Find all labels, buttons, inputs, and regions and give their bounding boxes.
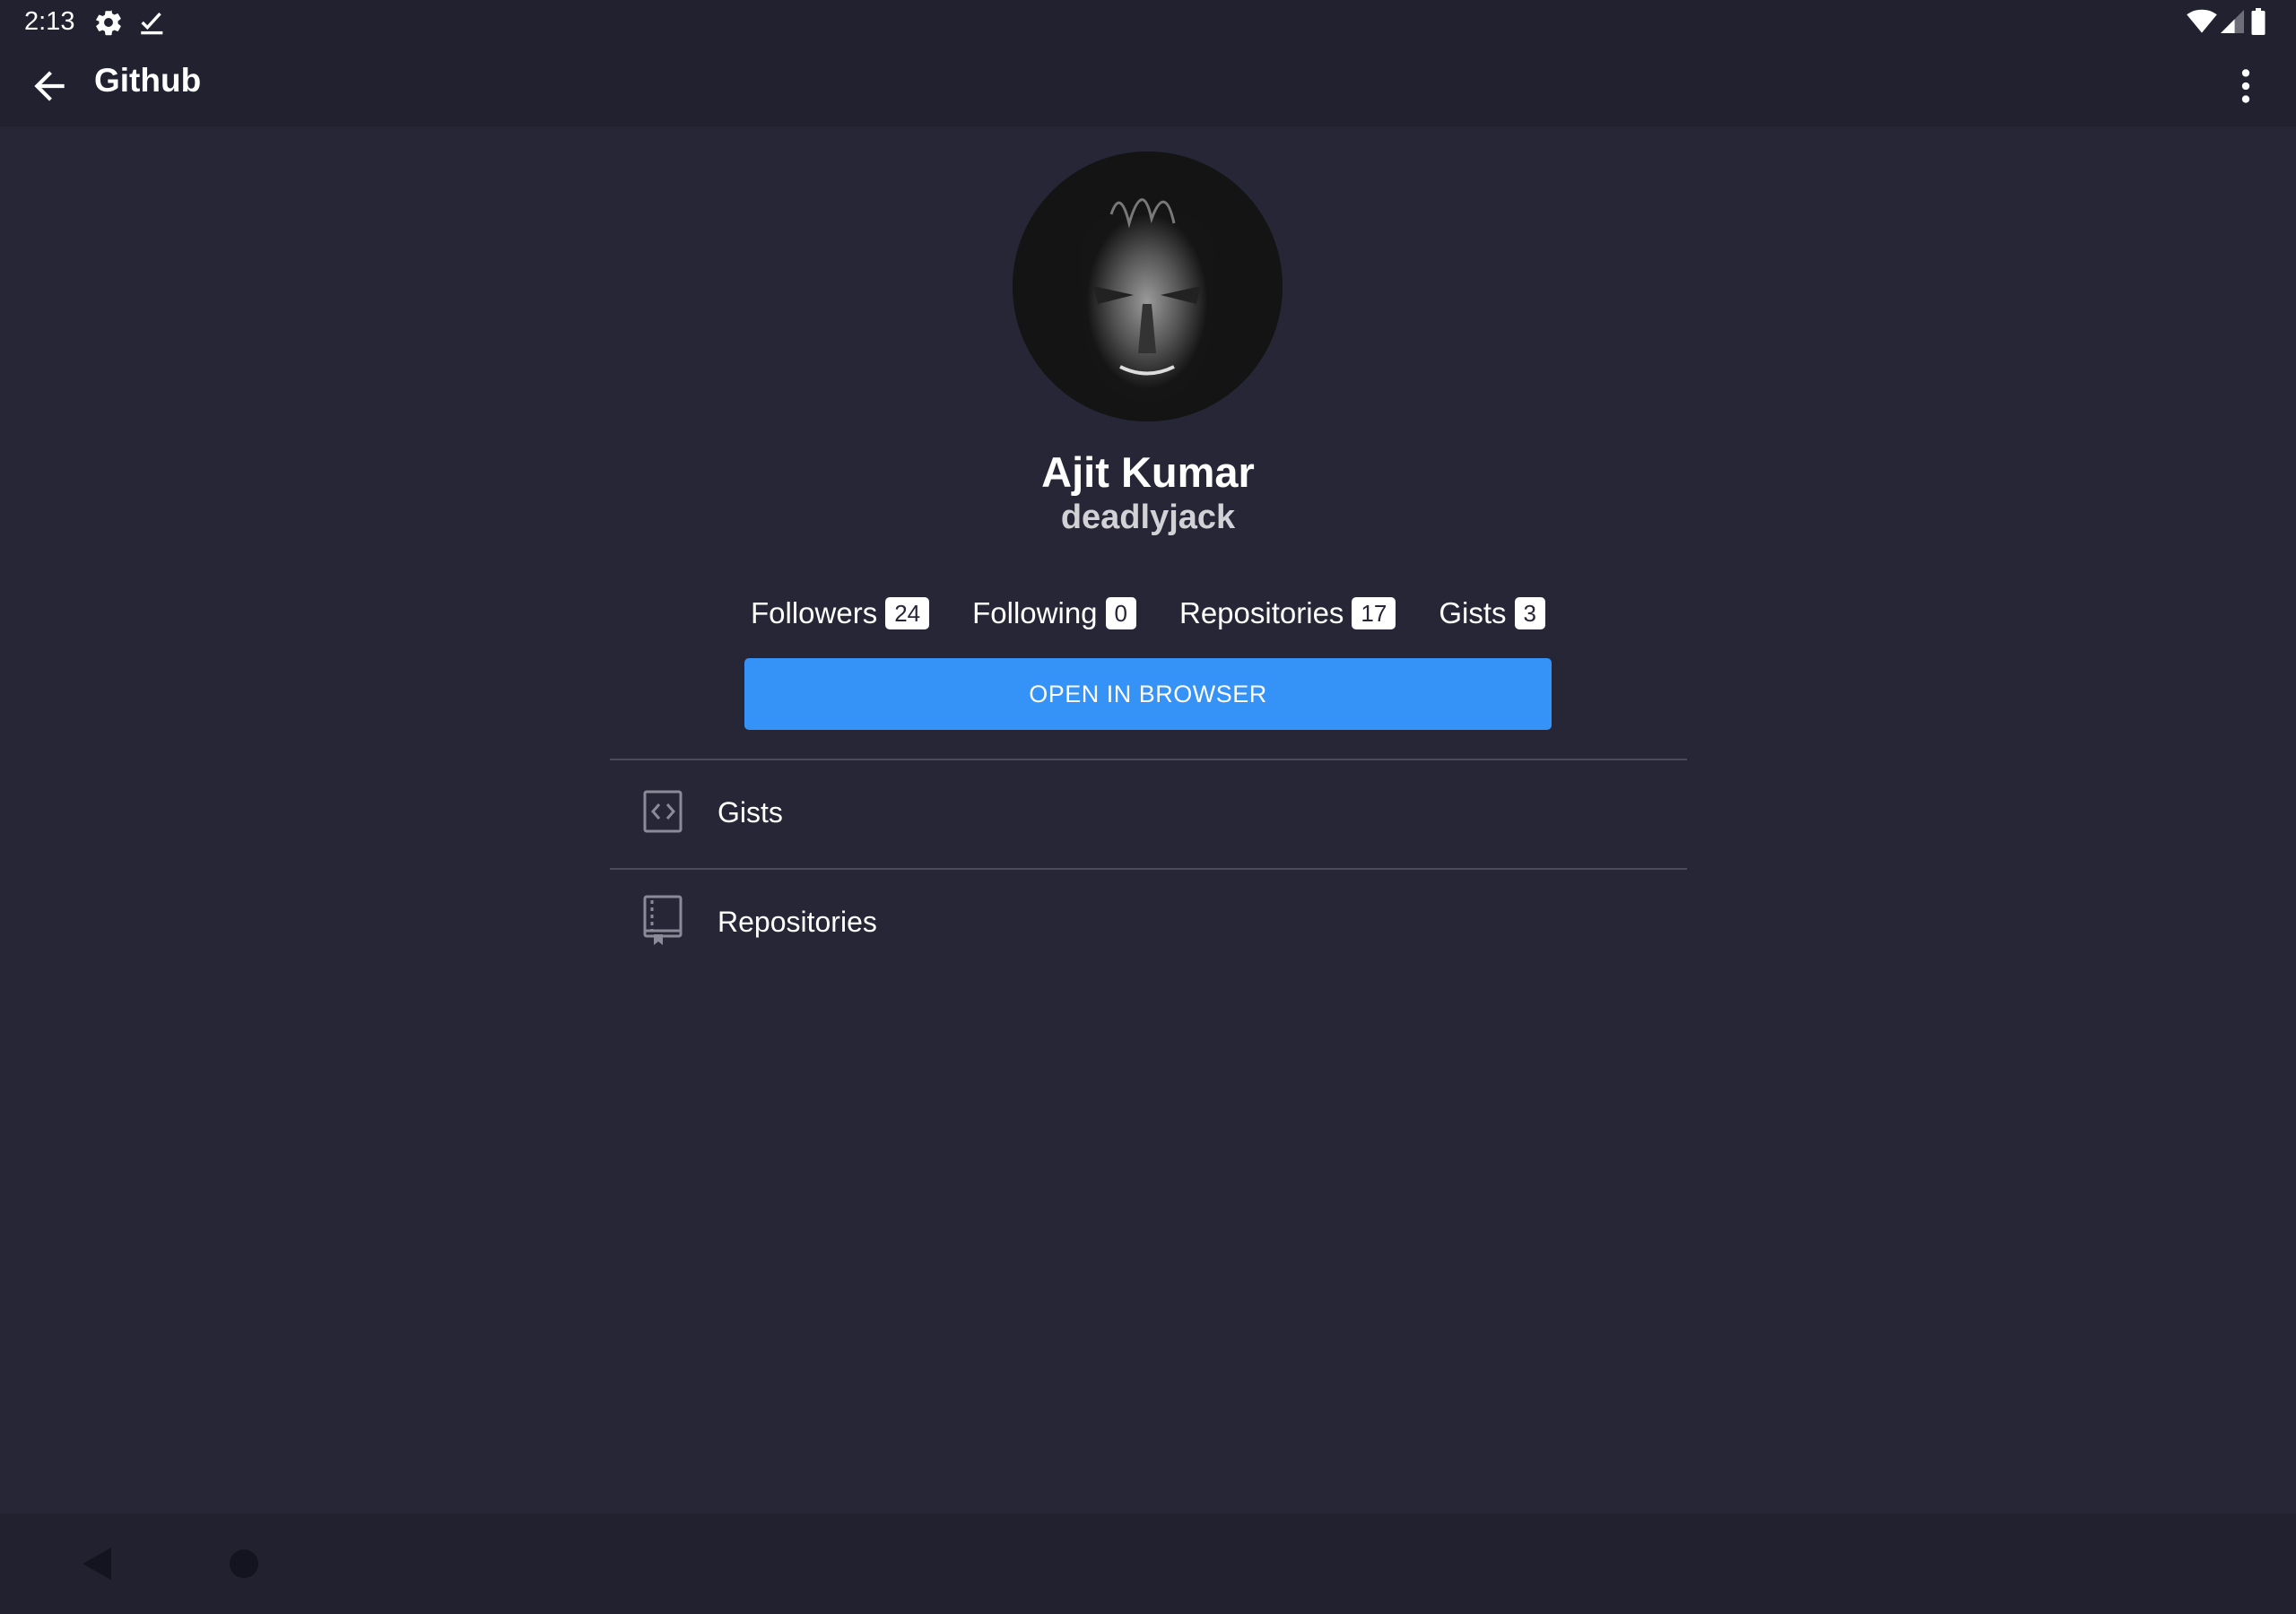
- stat-label: Repositories: [1179, 596, 1344, 629]
- profile-name: Ajit Kumar: [1041, 448, 1255, 496]
- stat-count-badge: 0: [1105, 597, 1136, 629]
- stat-count-badge: 24: [885, 597, 930, 629]
- app-title: Github: [94, 62, 202, 99]
- stat-gists[interactable]: Gists 3: [1439, 596, 1545, 630]
- checklist-icon: [137, 7, 168, 42]
- back-button[interactable]: [27, 64, 72, 108]
- stat-label: Following: [972, 596, 1098, 629]
- stat-following[interactable]: Following 0: [972, 596, 1136, 630]
- list-item-label: Gists: [718, 796, 783, 829]
- repo-icon: [643, 895, 684, 951]
- stat-followers[interactable]: Followers 24: [751, 596, 930, 630]
- arrow-back-icon: [34, 71, 65, 101]
- settings-icon: [93, 7, 124, 42]
- status-bar: 2:13: [0, 0, 2296, 44]
- circle-home-icon: [230, 1549, 258, 1578]
- wifi-icon: [2187, 9, 2217, 39]
- more-options-button[interactable]: [2228, 64, 2264, 108]
- profile-username: deadlyjack: [1060, 499, 1236, 536]
- more-vert-icon: [2241, 69, 2250, 103]
- stat-repositories[interactable]: Repositories 17: [1179, 596, 1396, 630]
- nav-back-button[interactable]: [83, 1548, 111, 1584]
- stat-label: Followers: [751, 596, 878, 629]
- app-bar: Github: [0, 44, 2296, 126]
- avatar: [1013, 152, 1283, 421]
- list-item-gists[interactable]: Gists: [610, 760, 1687, 868]
- stat-count-badge: 3: [1514, 597, 1545, 629]
- system-nav-bar: [0, 1514, 2296, 1614]
- status-time: 2:13: [24, 7, 75, 36]
- list-item-repositories[interactable]: Repositories: [610, 870, 1687, 977]
- battery-icon: [2251, 8, 2266, 39]
- list-item-label: Repositories: [718, 906, 877, 938]
- triangle-back-icon: [83, 1548, 111, 1580]
- nav-home-button[interactable]: [230, 1549, 258, 1583]
- stat-count-badge: 17: [1352, 597, 1396, 629]
- open-in-browser-button[interactable]: OPEN IN BROWSER: [744, 658, 1552, 730]
- stats-row: Followers 24 Following 0 Repositories 17…: [0, 596, 2296, 630]
- stat-label: Gists: [1439, 596, 1507, 629]
- code-icon: [643, 789, 684, 838]
- signal-icon: [2221, 9, 2244, 39]
